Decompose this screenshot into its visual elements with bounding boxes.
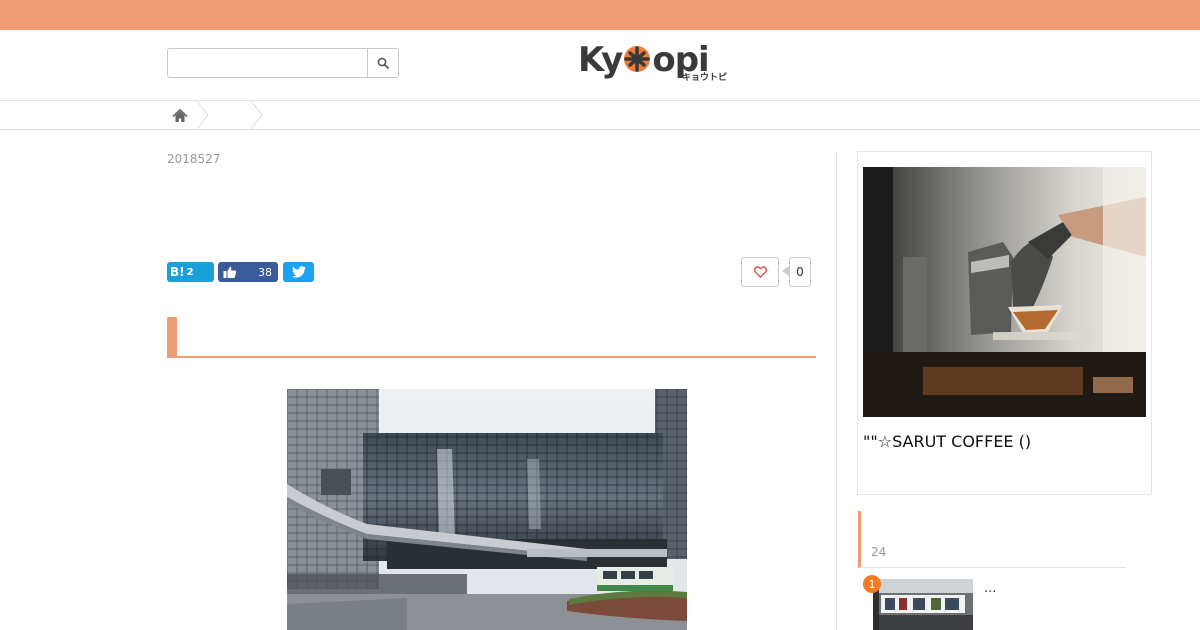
ranking-item[interactable]: 1 ... [862, 575, 1132, 630]
coffee-pour-photo [863, 167, 1146, 417]
featured-article-card[interactable]: ""☆SARUT COFFEE () [857, 151, 1152, 495]
breadcrumb-separator [250, 101, 263, 129]
home-icon [172, 109, 188, 122]
like-count-pointer [782, 266, 789, 276]
search-input[interactable] [167, 48, 367, 78]
thumbs-up-icon [223, 266, 237, 278]
search-form [167, 48, 399, 78]
ranking-header: 24 [858, 511, 1126, 568]
search-icon [377, 57, 389, 69]
logo-subtitle: キョウトピ [682, 73, 728, 83]
ranking-item-thumbnail [873, 579, 973, 630]
hatena-count: 2 [186, 266, 194, 278]
site-logo[interactable]: Ky opi キョウトピ [578, 40, 728, 86]
hatena-bookmark-button[interactable]: B! 2 [167, 262, 214, 282]
logo-emblem-icon [624, 46, 651, 72]
breadcrumb-home[interactable] [172, 108, 188, 124]
breadcrumb-separator [196, 101, 209, 129]
facebook-count: 38 [258, 265, 272, 279]
like-button[interactable] [741, 257, 779, 287]
search-button[interactable] [367, 48, 399, 78]
hatena-label: B! [170, 265, 185, 279]
ranking-count: 24 [871, 545, 887, 559]
content-divider [836, 152, 837, 630]
kyoto-station-photo [287, 389, 687, 630]
shop-front-photo [873, 579, 973, 630]
heart-icon [753, 266, 767, 278]
site-header: Ky opi キョウトピ [0, 30, 1200, 100]
breadcrumb [0, 100, 1200, 130]
article-main-image [287, 389, 687, 630]
featured-article-image [863, 167, 1146, 417]
section-heading [167, 317, 816, 358]
rank-badge: 1 [863, 575, 881, 593]
ranking-item-title[interactable]: ... [984, 581, 996, 596]
top-accent-bar [0, 0, 1200, 30]
featured-article-title[interactable]: ""☆SARUT COFFEE () [863, 432, 1133, 451]
facebook-like-button[interactable]: 38 [218, 262, 278, 282]
twitter-share-button[interactable] [283, 262, 314, 282]
like-count: 0 [789, 257, 811, 287]
article-date: 2018527 [167, 152, 221, 166]
twitter-icon [291, 266, 306, 278]
